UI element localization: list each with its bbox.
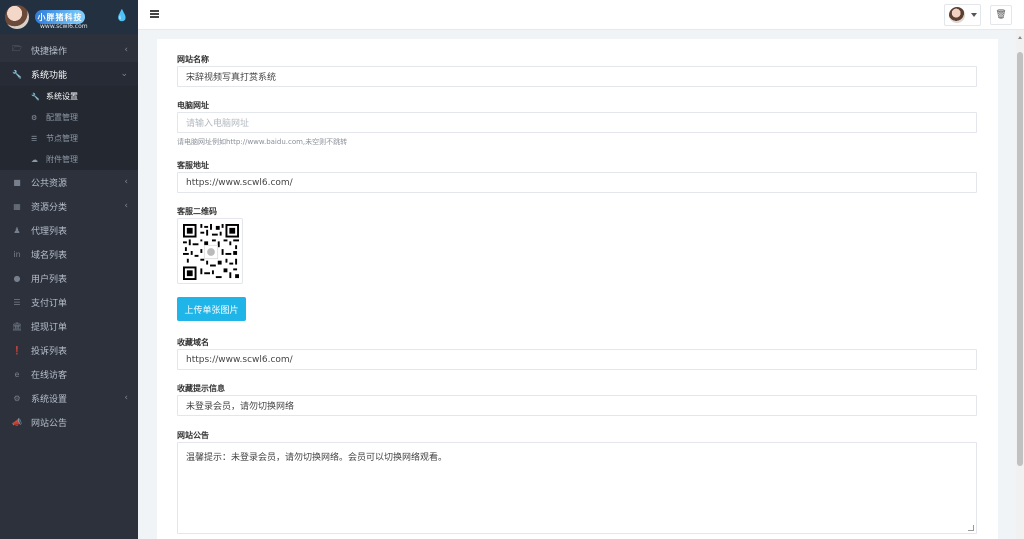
sidebar-item-agents[interactable]: ♟ 代理列表	[0, 218, 138, 242]
sidebar-item-quick-actions[interactable]: 🗁 快捷操作 ‹	[0, 38, 138, 62]
trash-icon: 🗑	[995, 10, 1007, 20]
sidebar-item-site-notice[interactable]: 📣 网站公告	[0, 410, 138, 434]
logo-bar[interactable]: 小胖猪科技 www.scwl6.com 💧	[0, 0, 138, 34]
pc-url-input[interactable]: 请输入电脑网址	[177, 112, 977, 133]
service-url-input[interactable]: https://www.scwl6.com/	[177, 172, 977, 193]
sidebar-item-label: 投诉列表	[31, 346, 68, 357]
sidebar-item-label: 代理列表	[31, 226, 68, 237]
system-functions-submenu: 🔧 系统设置 ⚙ 配置管理 ☰ 节点管理 ☁ 附件管理	[0, 86, 138, 170]
sidebar-item-label: 支付订单	[31, 298, 68, 309]
sidebar-item-system-settings[interactable]: ⚙ 系统设置 ‹	[0, 386, 138, 410]
caret-down-icon	[971, 13, 977, 17]
sidebar: 小胖猪科技 www.scwl6.com 💧 🗁 快捷操作 ‹ 🔧 系统功能 ⌄ …	[0, 0, 138, 539]
service-url-label: 客服地址	[177, 161, 209, 170]
sidebar-item-system-functions[interactable]: 🔧 系统功能 ⌄	[0, 62, 138, 86]
menu-toggle-icon[interactable]	[150, 10, 159, 18]
sidebar-item-domains[interactable]: in 域名列表	[0, 242, 138, 266]
sidebar-item-complaints[interactable]: ❗ 投诉列表	[0, 338, 138, 362]
cloud-icon: ☁	[31, 155, 38, 164]
sidebar-subitem-attachments[interactable]: ☁ 附件管理	[0, 149, 138, 170]
sidebar-item-users[interactable]: ● 用户列表	[0, 266, 138, 290]
page-scrollbar[interactable]	[1016, 30, 1024, 539]
chevron-down-icon: ⌄	[120, 69, 128, 79]
alert-icon: ❗	[12, 345, 22, 355]
qr-code-graphic	[183, 224, 239, 280]
upload-image-button[interactable]: 上传单张图片	[177, 297, 246, 321]
pc-url-label: 电脑网址	[177, 101, 209, 110]
wrench-icon: 🔧	[31, 92, 40, 101]
chevron-left-icon: ‹	[124, 393, 128, 403]
sidebar-item-label: 资源分类	[31, 202, 68, 213]
linkedin-icon: in	[13, 249, 21, 259]
avatar	[949, 7, 965, 23]
sidebar-subitem-label: 配置管理	[46, 113, 78, 122]
site-name-label: 网站名称	[177, 55, 209, 64]
site-name-input[interactable]: 宋辞视频写真打赏系统	[177, 66, 977, 87]
wrench-icon: 🔧	[12, 69, 22, 79]
site-notice-text: 温馨提示：未登录会员，请勿切换网络。会员可以切换网络观看。	[186, 453, 448, 463]
chevron-left-icon: ‹	[124, 45, 128, 55]
sidebar-subitem-label: 节点管理	[46, 134, 78, 143]
sidebar-subitem-label: 系统设置	[46, 92, 78, 101]
grid-icon: ▦	[13, 201, 21, 211]
fav-tip-label: 收藏提示信息	[177, 384, 225, 393]
user-menu-button[interactable]	[944, 4, 981, 26]
sidebar-item-label: 网站公告	[31, 418, 68, 429]
bank-icon: 🏛	[11, 321, 23, 331]
user-icon: ●	[13, 273, 21, 283]
sidebar-item-withdraw-orders[interactable]: 🏛 提现订单	[0, 314, 138, 338]
site-notice-label: 网站公告	[177, 431, 209, 440]
gear-icon: ⚙	[13, 393, 21, 403]
fav-tip-input[interactable]: 未登录会员，请勿切换网络	[177, 395, 977, 416]
main-content: 网站名称 宋辞视频写真打赏系统 电脑网址 请输入电脑网址 请电脑网址例如http…	[138, 30, 1016, 539]
droplet-icon[interactable]: 💧	[115, 10, 129, 22]
sidebar-subitem-nodes[interactable]: ☰ 节点管理	[0, 128, 138, 149]
fav-domain-label: 收藏域名	[177, 338, 209, 347]
sidebar-item-online-visitors[interactable]: e 在线访客	[0, 362, 138, 386]
sidebar-item-payment-orders[interactable]: ☰ 支付订单	[0, 290, 138, 314]
brand-url: www.scwl6.com	[40, 23, 88, 30]
app-root: 小胖猪科技 www.scwl6.com 💧 🗁 快捷操作 ‹ 🔧 系统功能 ⌄ …	[0, 0, 1024, 539]
sidebar-item-label: 提现订单	[31, 322, 68, 333]
fav-domain-input[interactable]: https://www.scwl6.com/	[177, 349, 977, 370]
ie-icon: e	[14, 369, 20, 379]
brand-logo: 小胖猪科技	[35, 10, 85, 24]
qr-code-image	[177, 218, 243, 284]
sidebar-item-label: 域名列表	[31, 250, 68, 261]
sidebar-item-label: 系统功能	[31, 70, 68, 81]
sidebar-menu: 🗁 快捷操作 ‹ 🔧 系统功能 ⌄ 🔧 系统设置 ⚙ 配置管理 ☰ 节点管理 ☁…	[0, 34, 138, 434]
brand-name: 小胖猪科技	[37, 12, 83, 22]
qr-code-label: 客服二维码	[177, 207, 217, 216]
sidebar-item-public-resources[interactable]: ■ 公共资源 ‹	[0, 170, 138, 194]
scrollbar-thumb[interactable]	[1017, 52, 1023, 466]
sidebar-subitem-label: 附件管理	[46, 155, 78, 164]
topbar: 🗑	[138, 0, 1024, 30]
folder-icon: 🗁	[12, 44, 22, 53]
video-icon: ■	[13, 177, 21, 187]
sidebar-item-label: 用户列表	[31, 274, 68, 285]
sidebar-item-label: 在线访客	[31, 370, 68, 381]
sidebar-subitem-system-settings[interactable]: 🔧 系统设置	[0, 86, 138, 107]
settings-form: 网站名称 宋辞视频写真打赏系统 电脑网址 请输入电脑网址 请电脑网址例如http…	[157, 39, 998, 539]
list-icon: ☰	[13, 297, 21, 307]
logo-avatar	[5, 5, 29, 29]
sidebar-item-label: 系统设置	[31, 394, 68, 405]
sidebar-item-label: 公共资源	[31, 178, 68, 189]
bullhorn-icon: 📣	[12, 417, 22, 427]
cogs-icon: ⚙	[31, 113, 38, 122]
scroll-up-icon[interactable]	[1018, 36, 1022, 39]
sidebar-item-label: 快捷操作	[31, 46, 68, 57]
sidebar-subitem-config[interactable]: ⚙ 配置管理	[0, 107, 138, 128]
list-icon: ☰	[31, 134, 38, 143]
sidebar-item-resource-categories[interactable]: ▦ 资源分类 ‹	[0, 194, 138, 218]
pc-url-help: 请电脑网址例如http://www.baidu.com,未空则不跳转	[177, 138, 348, 146]
clear-cache-button[interactable]: 🗑	[990, 5, 1012, 25]
users-icon: ♟	[13, 225, 21, 235]
resize-handle-icon[interactable]	[968, 525, 974, 531]
chevron-left-icon: ‹	[124, 177, 128, 187]
chevron-left-icon: ‹	[124, 201, 128, 211]
site-notice-textarea[interactable]: 温馨提示：未登录会员，请勿切换网络。会员可以切换网络观看。	[177, 442, 977, 534]
